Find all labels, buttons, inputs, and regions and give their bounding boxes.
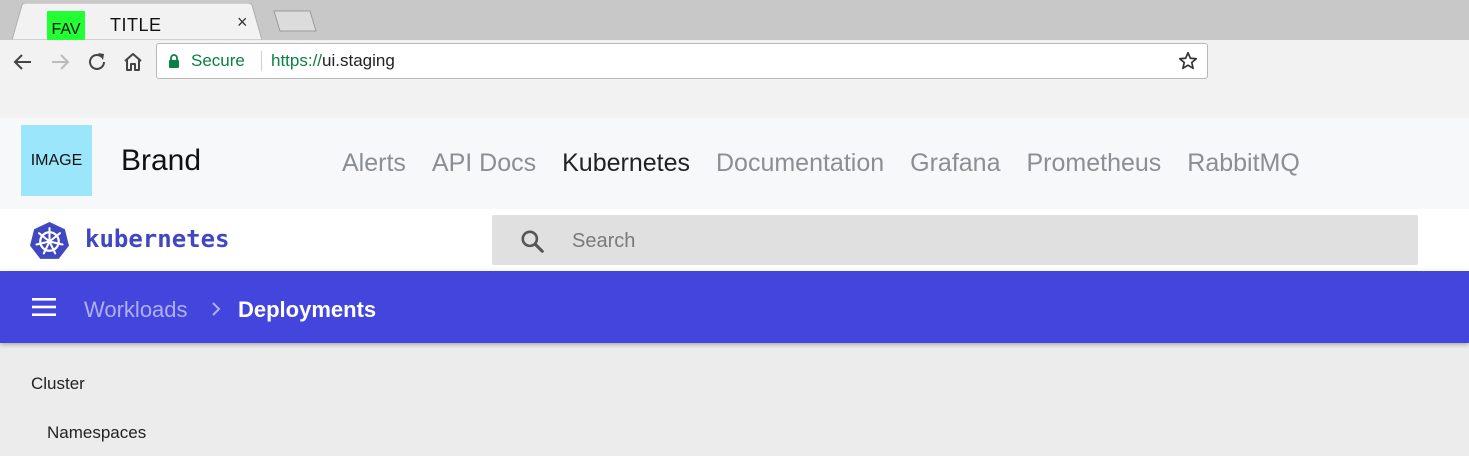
kubernetes-wordmark[interactable]: kubernetes [85,225,230,253]
address-separator [261,51,262,71]
home-icon[interactable] [121,50,145,74]
tab-title: TITLE [110,15,162,35]
nav-item-documentation[interactable]: Documentation [716,149,884,178]
chevron-right-icon [212,302,221,316]
menu-icon[interactable] [31,296,57,318]
star-icon[interactable] [1177,50,1199,72]
search-box[interactable] [492,215,1418,267]
url-text[interactable]: https://ui.staging [271,51,395,71]
search-input[interactable] [570,215,1404,267]
nav-item-prometheus[interactable]: Prometheus [1026,149,1161,178]
nav-item-kubernetes[interactable]: Kubernetes [562,149,690,178]
forward-icon[interactable] [48,50,72,74]
sidebar-item-namespaces[interactable]: Namespaces [47,423,146,443]
brand-name[interactable]: Brand [121,144,201,178]
url-scheme: https:// [271,51,323,70]
nav-item-api-docs[interactable]: API Docs [432,149,536,178]
back-icon[interactable] [11,50,35,74]
browser-toolbar: Secure https://ui.staging [0,40,1469,119]
nav-item-rabbitmq[interactable]: RabbitMQ [1187,149,1300,178]
url-host: ui.staging [322,51,395,70]
kubernetes-top-bar: kubernetes [0,209,1469,271]
brand-logo-image[interactable]: IMAGE [21,125,92,196]
tab-close-icon[interactable]: × [237,12,248,33]
sidebar-heading-cluster[interactable]: Cluster [31,374,85,394]
nav-item-alerts[interactable]: Alerts [342,149,406,178]
site-nav: Alerts API Docs Kubernetes Documentation… [342,149,1300,178]
browser-tab[interactable]: FAV TITLE × [12,3,262,49]
breadcrumb-bar: Workloads Deployments [0,271,1469,343]
site-header: IMAGE Brand Alerts API Docs Kubernetes D… [0,118,1469,209]
kubernetes-logo-icon[interactable] [29,221,70,262]
lock-icon [169,54,179,68]
reload-icon[interactable] [85,50,109,74]
address-bar[interactable]: Secure https://ui.staging [156,43,1208,79]
breadcrumb-current-page: Deployments [238,297,377,322]
nav-item-grafana[interactable]: Grafana [910,149,1000,178]
breadcrumb-workloads[interactable]: Workloads [84,297,188,323]
new-tab-button[interactable] [270,9,318,33]
browser-tab-strip: FAV TITLE × [0,0,1469,49]
search-icon [521,230,544,253]
secure-label: Secure [191,51,245,70]
